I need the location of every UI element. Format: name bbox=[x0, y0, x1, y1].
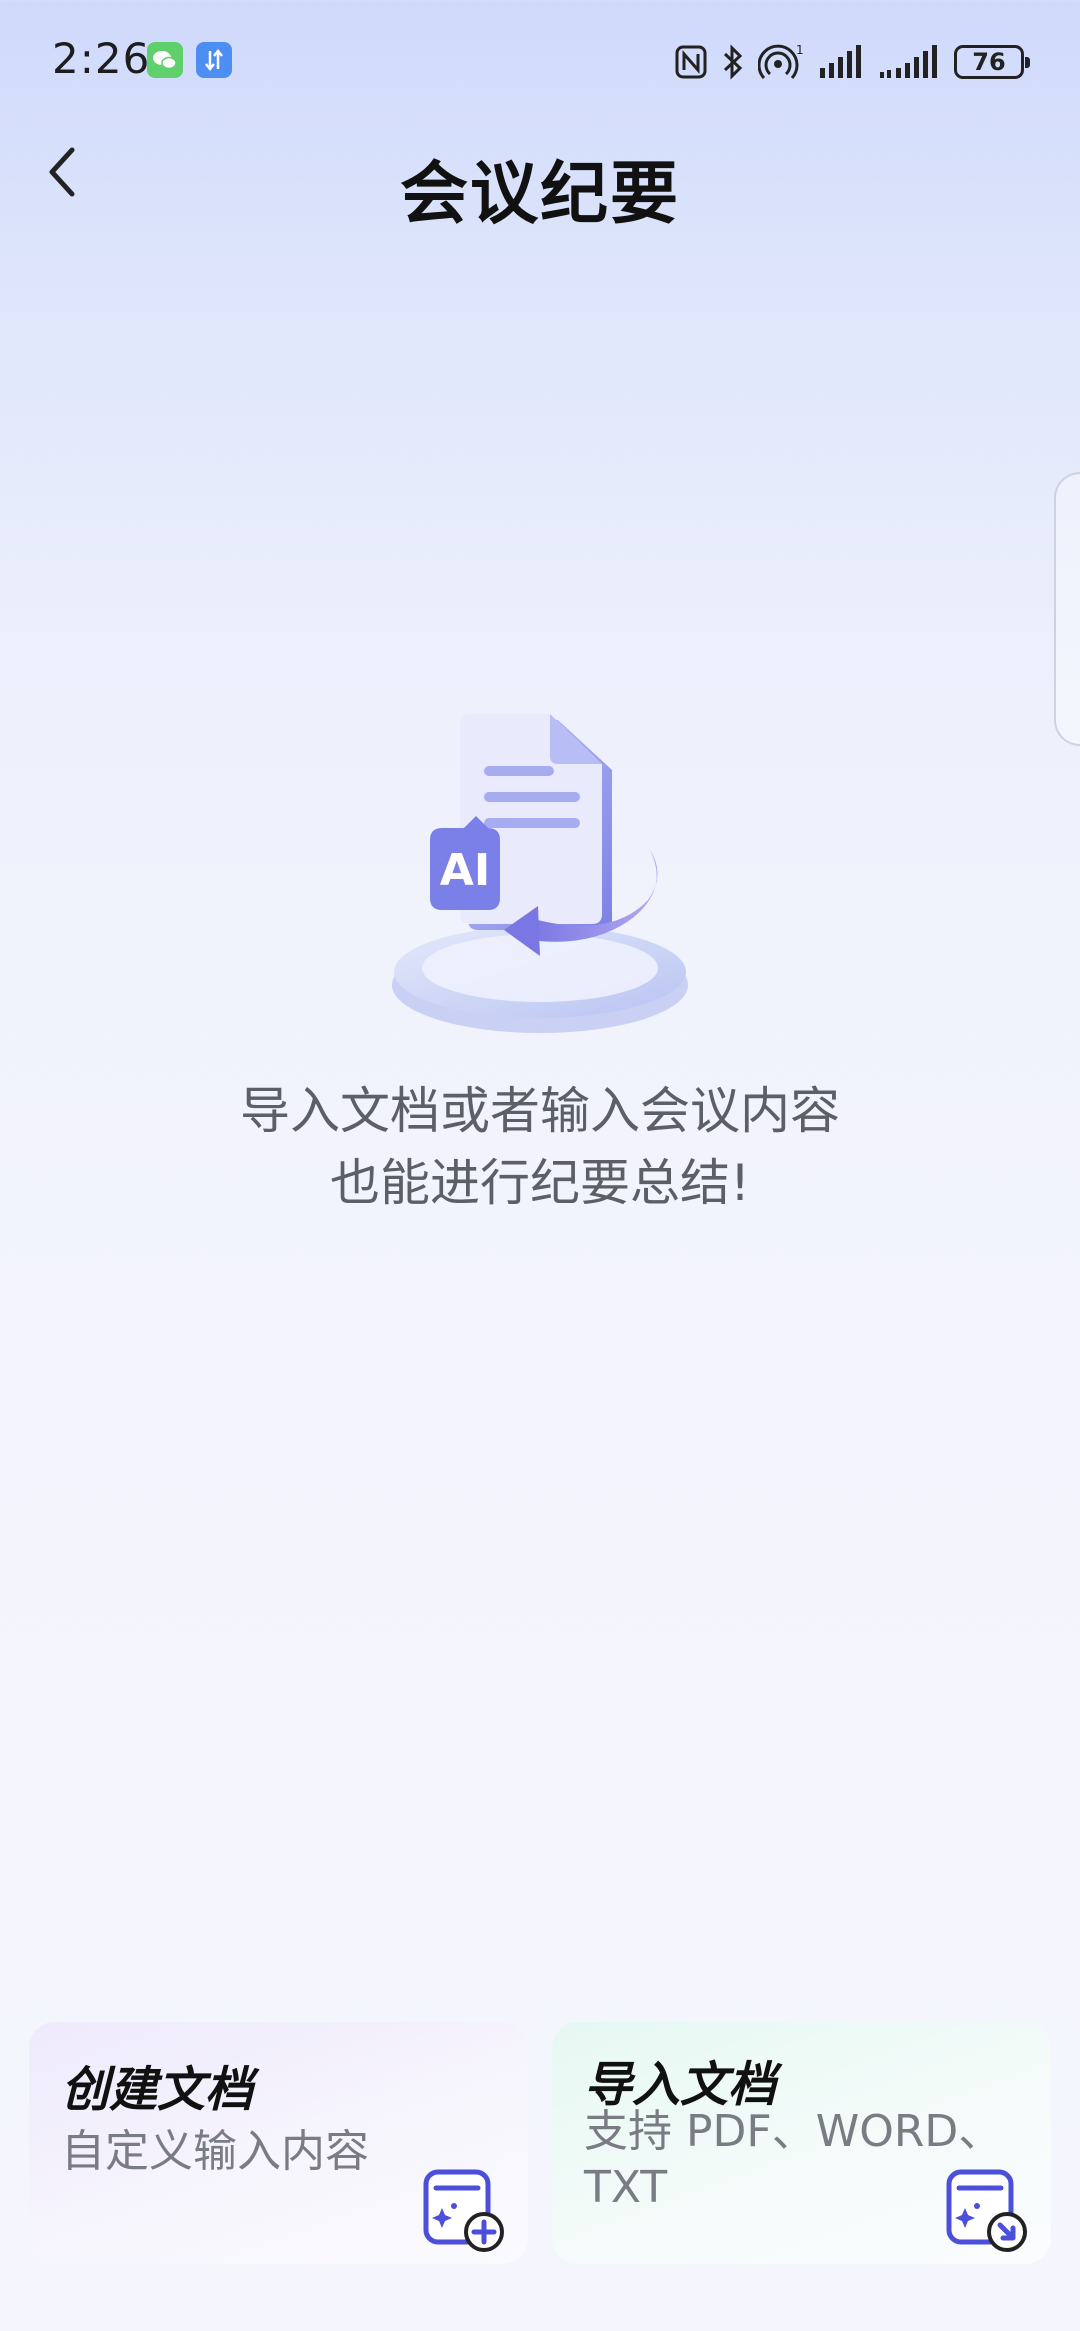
side-drawer-handle[interactable] bbox=[1054, 472, 1080, 746]
battery-indicator: 76 bbox=[954, 45, 1030, 79]
battery-level: 76 bbox=[972, 48, 1006, 76]
create-document-card[interactable]: 创建文档 自定义输入内容 bbox=[29, 2022, 528, 2264]
import-document-title: 导入文档 bbox=[584, 2057, 777, 2113]
empty-state-line-1: 导入文档或者输入会议内容 bbox=[240, 1082, 840, 1140]
import-document-card[interactable]: 导入文档 支持 PDF、WORD、TXT bbox=[552, 2022, 1051, 2264]
hotspot-icon: 1 bbox=[758, 43, 804, 80]
create-document-title: 创建文档 bbox=[61, 2062, 254, 2118]
wechat-icon bbox=[147, 42, 183, 78]
signal-icon bbox=[820, 45, 861, 78]
empty-state-message: 导入文档或者输入会议内容 也能进行纪要总结! bbox=[0, 1075, 1080, 1219]
ai-document-icon: AI bbox=[380, 700, 700, 1050]
status-icons: 1 76 bbox=[674, 40, 1030, 84]
create-document-icon bbox=[420, 2168, 506, 2254]
nfc-icon bbox=[675, 45, 707, 79]
empty-state-line-2: 也能进行纪要总结! bbox=[329, 1154, 751, 1212]
transfer-icon bbox=[196, 42, 232, 78]
import-document-icon bbox=[943, 2168, 1029, 2254]
svg-text:1: 1 bbox=[796, 43, 804, 57]
header: 会议纪要 bbox=[0, 120, 1080, 234]
signal-icon bbox=[880, 45, 937, 78]
page-title: 会议纪要 bbox=[399, 155, 680, 234]
status-time: 2:26 bbox=[52, 34, 151, 83]
ai-badge-text: AI bbox=[440, 845, 490, 896]
bluetooth-icon bbox=[723, 44, 743, 80]
status-bar: 2:26 1 76 bbox=[0, 0, 1080, 120]
